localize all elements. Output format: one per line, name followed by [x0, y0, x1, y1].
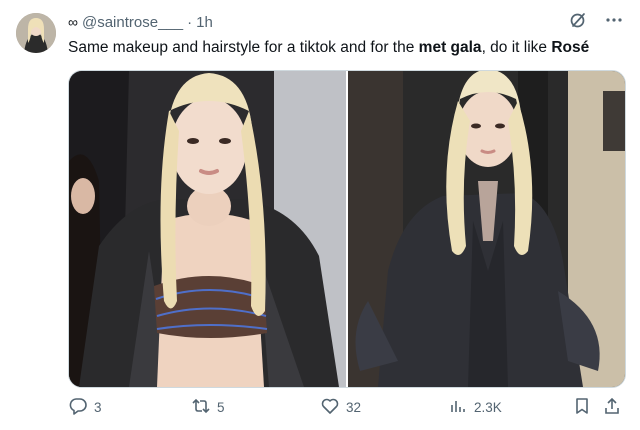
avatar[interactable] — [16, 13, 56, 53]
author-handle[interactable]: @saintrose___ — [82, 14, 183, 31]
more-dots-icon[interactable] — [604, 10, 624, 30]
heart-icon — [320, 396, 340, 419]
timestamp[interactable]: 1h — [196, 14, 213, 31]
reply-button[interactable]: 3 — [68, 396, 102, 419]
share-icon — [602, 396, 622, 419]
share-button[interactable] — [602, 396, 622, 419]
tweet-text-bold-2: Rosé — [551, 39, 590, 56]
time-separator: · — [187, 13, 193, 31]
tweet-text-part-2: , do it like — [481, 39, 552, 56]
tweet: ∞ @saintrose___ · 1h Same makeup and hai… — [0, 0, 640, 430]
tweet-text-bold-1: met gala — [418, 39, 482, 56]
repost-count: 5 — [217, 400, 225, 415]
infinity-icon: ∞ — [68, 14, 78, 30]
reply-count: 3 — [94, 400, 102, 415]
like-button[interactable]: 32 — [320, 396, 361, 419]
tweet-header: ∞ @saintrose___ · 1h — [68, 12, 624, 32]
like-count: 32 — [346, 400, 362, 415]
media-grid — [68, 70, 626, 388]
tweet-text: Same makeup and hairstyle for a tiktok a… — [68, 38, 624, 58]
bookmark-button[interactable] — [572, 396, 592, 419]
repost-icon — [191, 396, 211, 419]
view-count: 2.3K — [474, 400, 502, 415]
repost-button[interactable]: 5 — [191, 396, 225, 419]
photo-left[interactable] — [69, 71, 346, 387]
tweet-text-part-1: Same makeup and hairstyle for a tiktok a… — [68, 39, 419, 56]
reply-icon — [68, 396, 88, 419]
action-bar: 3 5 32 2.3K — [68, 396, 624, 420]
bookmark-icon — [572, 396, 592, 419]
views-button[interactable]: 2.3K — [448, 396, 502, 419]
analytics-icon — [448, 396, 468, 419]
photo-right[interactable] — [348, 71, 625, 387]
grok-slash-icon[interactable] — [568, 10, 588, 30]
header-actions — [568, 10, 624, 30]
